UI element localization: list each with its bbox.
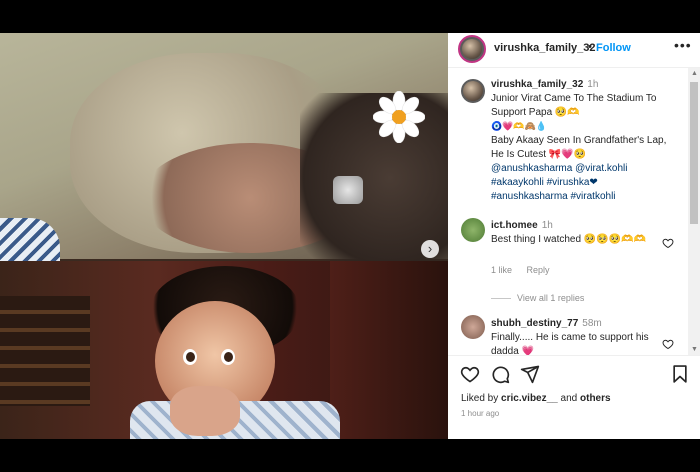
share-icon[interactable] <box>520 364 540 384</box>
comment-timestamp: 1h <box>541 220 553 231</box>
instagram-post-modal: › virushka_family_32 • Follow ••• virush <box>0 33 700 439</box>
likes-summary: Liked by cric.vibez__ and others <box>461 393 611 404</box>
scroll-up-arrow-icon[interactable]: ▲ <box>691 70 698 77</box>
follow-button[interactable]: Follow <box>596 42 631 54</box>
liked-by-prefix: Liked by <box>461 393 499 404</box>
caption-hashtags-2[interactable]: #anushkasharma #viratkohli <box>491 191 616 202</box>
view-replies-link[interactable]: View all 1 replies <box>491 293 584 303</box>
avatar[interactable] <box>458 35 486 63</box>
carousel-next-icon[interactable]: › <box>421 240 439 258</box>
post-time: 1 hour ago <box>461 409 500 418</box>
heart-icon[interactable] <box>662 237 674 249</box>
comment-text: Finally..... He is came to support his d… <box>491 332 649 355</box>
avatar[interactable] <box>461 315 485 339</box>
watch-detail <box>333 176 363 204</box>
liked-by-user[interactable]: cric.vibez__ <box>501 393 558 404</box>
comment-icon[interactable] <box>490 364 510 384</box>
caption-hashtags-1[interactable]: #akaaykohli #virushka❤ <box>491 177 598 188</box>
separator-dot: • <box>588 41 592 53</box>
caption-mentions[interactable]: @anushkasharma @virat.kohli <box>491 163 627 174</box>
liked-by-and: and <box>560 393 578 404</box>
scrollbar[interactable]: ▲ ▼ <box>688 68 700 355</box>
post-photo-top: › <box>0 33 448 263</box>
comments-list[interactable]: virushka_family_32 1h Junior Virat Came T… <box>448 68 686 355</box>
avatar[interactable] <box>461 79 485 103</box>
caption-username[interactable]: virushka_family_32 <box>491 79 583 90</box>
comment-username[interactable]: shubh_destiny_77 <box>491 318 578 329</box>
bookmark-icon[interactable] <box>670 364 690 384</box>
caption-emoji-row: 🧿💗🫶🙈💧 <box>491 122 548 132</box>
comment-timestamp: 58m <box>582 318 602 329</box>
scroll-thumb[interactable] <box>690 82 698 224</box>
caption-line-1: Junior Virat Came To The Stadium To Supp… <box>491 93 657 118</box>
post-header: virushka_family_32 • Follow ••• <box>448 33 700 68</box>
comment-text: Best thing I watched 🥺🥺🥺🫶🫶 <box>491 234 647 245</box>
caption-timestamp: 1h <box>587 79 599 90</box>
caption-line-3: Baby Akaay Seen In Grandfather's Lap, He… <box>491 135 667 160</box>
reply-button[interactable]: Reply <box>527 265 550 275</box>
heart-icon[interactable] <box>662 338 674 350</box>
more-icon[interactable]: ••• <box>674 37 692 53</box>
flower-sticker-icon <box>373 91 425 143</box>
action-bar <box>448 355 700 386</box>
post-media[interactable]: › <box>0 33 448 439</box>
comment-likes[interactable]: 1 like <box>491 265 512 275</box>
post-photo-bottom <box>0 261 448 439</box>
post-side-panel: virushka_family_32 • Follow ••• virushka… <box>448 33 700 439</box>
liked-by-others[interactable]: others <box>580 393 611 404</box>
heart-icon[interactable] <box>460 364 480 384</box>
avatar[interactable] <box>461 218 485 242</box>
scroll-down-arrow-icon[interactable]: ▼ <box>691 346 698 353</box>
header-username[interactable]: virushka_family_32 <box>494 42 596 54</box>
comment-username[interactable]: ict.homee <box>491 220 538 231</box>
